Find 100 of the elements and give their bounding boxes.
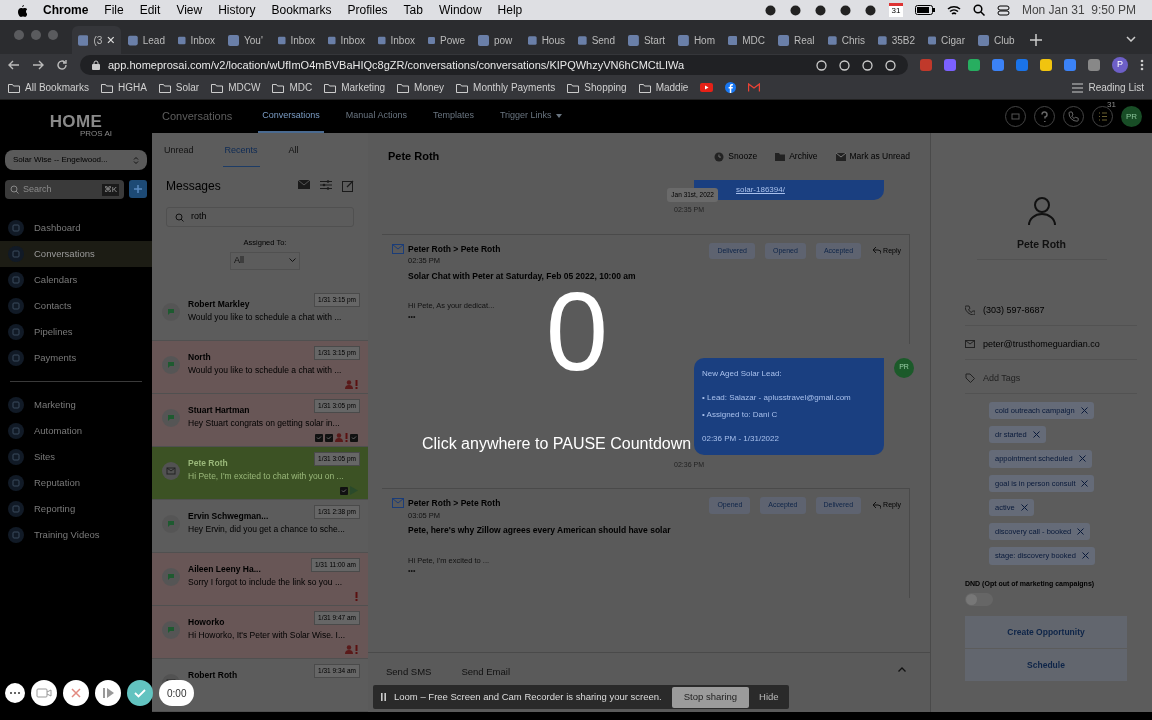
f-icon[interactable] — [725, 82, 737, 93]
browser-tab[interactable]: 35B2 — [872, 26, 921, 54]
app-menu[interactable]: Chrome — [43, 1, 89, 19]
status-icon[interactable] — [763, 3, 777, 17]
remove-icon[interactable] — [1078, 455, 1086, 463]
close-icon[interactable] — [63, 680, 89, 706]
circle-icon[interactable] — [862, 59, 873, 71]
remove-icon[interactable] — [1081, 479, 1089, 487]
message-link[interactable]: solar-186394/ — [736, 184, 785, 196]
browser-tab[interactable]: pow — [472, 26, 521, 54]
compose-icon[interactable] — [342, 179, 354, 192]
more-icon[interactable] — [5, 683, 25, 703]
search-field[interactable]: Search ⌘K — [5, 180, 124, 199]
phone-icon[interactable] — [1063, 106, 1084, 127]
nav-tab[interactable]: Manual Actions — [341, 100, 411, 133]
user-avatar[interactable]: PR — [1121, 106, 1142, 127]
nav-item[interactable]: Pipelines — [0, 319, 152, 345]
browser-tab[interactable]: Hom — [672, 26, 721, 54]
reload-icon[interactable] — [56, 59, 68, 71]
countdown-hint[interactable]: Click anywhere to PAUSE Countdown — [422, 432, 692, 456]
nav-item[interactable]: Training Videos — [0, 522, 152, 548]
browser-tab[interactable]: Hous — [522, 26, 571, 54]
browser-tab[interactable]: Lead — [122, 26, 171, 54]
menu-item[interactable]: Window — [438, 1, 482, 19]
more-icon[interactable] — [1140, 59, 1144, 71]
browser-tab[interactable]: Inbox — [372, 26, 421, 54]
play-icon[interactable] — [700, 83, 714, 92]
nav-tab[interactable]: Templates — [428, 100, 478, 133]
status-icon[interactable] — [838, 3, 852, 17]
control-center-icon[interactable] — [996, 4, 1010, 16]
extension-icon[interactable] — [1088, 59, 1100, 71]
menu-item[interactable]: Edit — [139, 1, 161, 19]
status-icon[interactable] — [813, 3, 827, 17]
bookmark[interactable]: HGHA — [100, 80, 147, 95]
browser-tab[interactable]: Send — [572, 26, 621, 54]
bookmark[interactable]: Solar — [158, 80, 200, 95]
wifi-icon[interactable] — [946, 4, 961, 16]
remove-icon[interactable] — [1020, 503, 1028, 511]
browser-tab[interactable]: Chris — [822, 26, 871, 54]
browser-tab[interactable]: Start — [622, 26, 671, 54]
menu-item[interactable]: View — [176, 1, 203, 19]
mail-icon[interactable] — [748, 83, 761, 92]
extension-icon[interactable] — [968, 59, 980, 71]
chevron-down-icon[interactable] — [1126, 36, 1136, 42]
forward-icon[interactable] — [32, 59, 44, 71]
hide-button[interactable]: Hide — [759, 689, 779, 705]
address-bar[interactable]: app.homeprosai.com/v2/location/wUfImO4mBVBaHIQc8gZR/conversations/conversations/KIPQWhzyVN6hCMCtLIWa — [80, 55, 908, 75]
nav-item[interactable]: Contacts — [0, 293, 152, 319]
extension-icon[interactable] — [944, 59, 956, 71]
browser-tab[interactable]: Real — [772, 26, 821, 54]
nav-item[interactable]: Sites — [0, 444, 152, 470]
browser-tab[interactable]: Inbox — [322, 26, 371, 54]
browser-tab[interactable]: Inbox — [272, 26, 321, 54]
nav-item[interactable]: Conversations — [0, 241, 152, 267]
bookmark[interactable]: MDC — [272, 80, 313, 95]
bookmark[interactable]: Shopping — [567, 80, 627, 95]
search-icon[interactable] — [972, 4, 985, 16]
circle-icon[interactable] — [816, 59, 827, 71]
camera-icon[interactable] — [31, 680, 57, 706]
remove-icon[interactable] — [1080, 406, 1088, 414]
mail-icon[interactable] — [298, 179, 310, 189]
nav-item[interactable]: Payments — [0, 345, 152, 371]
status-icon[interactable] — [788, 3, 802, 17]
bookmark[interactable]: Maddie — [638, 80, 689, 95]
help-icon[interactable] — [1034, 106, 1055, 127]
bookmark[interactable]: All Bookmarks — [8, 80, 89, 95]
menu-item[interactable]: Help — [497, 1, 523, 19]
remove-icon[interactable] — [1081, 552, 1089, 560]
menu-item[interactable]: Tab — [403, 1, 423, 19]
nav-item[interactable]: Calendars — [0, 267, 152, 293]
profile-button[interactable]: P — [1112, 57, 1128, 73]
browser-tab[interactable]: Inbox — [172, 26, 221, 54]
dnd-toggle[interactable] — [965, 593, 993, 606]
browser-tab[interactable]: Club — [972, 26, 1021, 54]
bookmark[interactable]: Monthly Payments — [456, 80, 556, 95]
bookmark[interactable]: Money — [397, 80, 445, 95]
nav-item[interactable]: Marketing — [0, 392, 152, 418]
menu-item[interactable]: Profiles — [347, 1, 388, 19]
add-icon[interactable] — [129, 180, 147, 198]
browser-tab[interactable]: Powe — [422, 26, 471, 54]
extension-icon[interactable] — [1064, 59, 1076, 71]
list-icon[interactable] — [1092, 106, 1113, 127]
calendar-icon[interactable]: 31 — [888, 3, 903, 17]
stop-sharing-button[interactable]: Stop sharing — [671, 686, 750, 708]
remove-icon[interactable] — [1032, 431, 1040, 439]
menu-item[interactable]: File — [104, 1, 124, 19]
extension-icon[interactable] — [1040, 59, 1052, 71]
nav-item[interactable]: Reporting — [0, 496, 152, 522]
battery-icon[interactable] — [914, 5, 935, 15]
nav-tab[interactable]: Trigger Links — [495, 100, 566, 133]
check-icon[interactable] — [127, 680, 153, 706]
reading-list-button[interactable]: Reading List — [1072, 80, 1144, 95]
browser-tab[interactable]: You' — [222, 26, 271, 54]
nav-item[interactable]: Dashboard — [0, 215, 152, 241]
back-icon[interactable] — [8, 59, 20, 71]
filter-icon[interactable] — [320, 179, 332, 190]
circle-icon[interactable] — [839, 59, 850, 71]
bookmark[interactable]: Marketing — [324, 80, 386, 95]
menu-item[interactable]: Bookmarks — [271, 1, 332, 19]
new-tab-icon[interactable] — [1030, 34, 1042, 46]
